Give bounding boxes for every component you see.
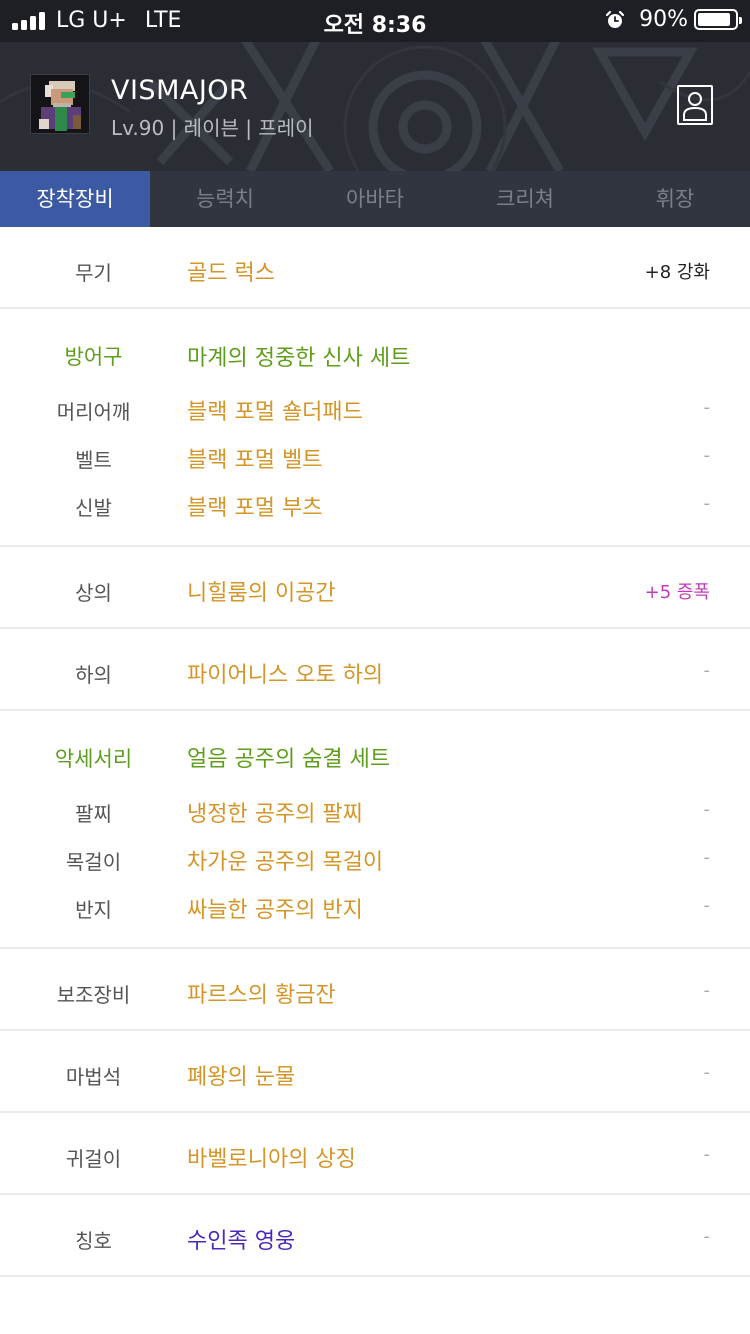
item-name: 파르스의 황금잔	[187, 983, 336, 1008]
slot-label: 목걸이	[65, 850, 122, 874]
item-name: 파이어니스 오토 하의	[187, 663, 384, 688]
slot-label: 벨트	[75, 448, 112, 472]
set-label: 방어구	[64, 345, 123, 369]
item-extra: -	[703, 1062, 711, 1083]
profile-button[interactable]	[677, 85, 713, 125]
item-name: 블랙 포멀 부츠	[187, 496, 323, 521]
header-pattern-decoration	[0, 42, 750, 171]
character-info: Lv.90 | 레이븐 | 프레이	[111, 116, 314, 140]
slot-label: 보조장비	[56, 983, 131, 1007]
armor-section[interactable]: 방어구 마계의 정중한 신사 세트 머리어깨 블랙 포멀 숄더패드 - 벨트 블…	[0, 309, 750, 547]
item-extra: -	[703, 847, 711, 868]
slot-label: 무기	[75, 261, 112, 285]
item-extra: -	[703, 660, 711, 681]
profile-header: VISMAJOR Lv.90 | 레이븐 | 프레이	[0, 42, 750, 171]
item-name: 차가운 공주의 목걸이	[187, 850, 384, 875]
user-icon	[683, 92, 707, 121]
slot-label: 신발	[75, 496, 112, 520]
tab-emblem[interactable]: 휘장	[600, 171, 750, 227]
character-sprite	[31, 75, 89, 133]
item-extra: -	[703, 493, 711, 514]
item-name: 니힐룸의 이공간	[187, 581, 336, 606]
tab-equipped[interactable]: 장착장비	[0, 171, 150, 227]
item-name: 블랙 포멀 벨트	[187, 448, 323, 473]
slot-label: 상의	[75, 581, 112, 605]
slot-label: 머리어깨	[56, 400, 131, 424]
enhance-badge: +8 강화	[644, 262, 710, 283]
top-section[interactable]: 상의 니힐룸의 이공간 +5 증폭	[0, 547, 750, 629]
tab-creature[interactable]: 크리쳐	[450, 171, 600, 227]
item-name: 바벨로니아의 상징	[187, 1147, 356, 1172]
tab-stats[interactable]: 능력치	[150, 171, 300, 227]
slot-label: 마법석	[65, 1065, 122, 1089]
item-name: 냉정한 공주의 팔찌	[187, 802, 363, 827]
slot-label: 칭호	[75, 1229, 112, 1253]
status-right: 90%	[605, 7, 742, 32]
item-extra: -	[703, 397, 711, 418]
magic-stone-section[interactable]: 마법석 폐왕의 눈물 -	[0, 1031, 750, 1113]
battery-percent: 90%	[639, 7, 688, 32]
item-name: 폐왕의 눈물	[187, 1065, 296, 1090]
avatar[interactable]	[30, 74, 90, 134]
bottom-section[interactable]: 하의 파이어니스 오토 하의 -	[0, 629, 750, 711]
item-extra: -	[703, 1226, 711, 1247]
item-extra: -	[703, 980, 711, 1001]
slot-label: 반지	[75, 898, 112, 922]
status-bar: LG U+ LTE 오전 8:36 90%	[0, 0, 750, 42]
item-name: 수인족 영웅	[187, 1229, 296, 1254]
alarm-icon	[605, 10, 625, 28]
set-name: 마계의 정중한 신사 세트	[187, 346, 411, 371]
set-name: 얼음 공주의 숨결 세트	[187, 747, 391, 772]
tab-bar: 장착장비 능력치 아바타 크리쳐 휘장	[0, 171, 750, 227]
set-label: 악세서리	[54, 747, 133, 771]
slot-label: 귀걸이	[65, 1147, 122, 1171]
item-name: 블랙 포멀 숄더패드	[187, 400, 363, 425]
item-extra: -	[703, 1144, 711, 1165]
item-extra: -	[703, 895, 711, 916]
character-name: VISMAJOR	[111, 75, 249, 106]
slot-label: 팔찌	[75, 802, 112, 826]
sub-equipment-section[interactable]: 보조장비 파르스의 황금잔 -	[0, 949, 750, 1031]
title-section[interactable]: 칭호 수인족 영웅 -	[0, 1195, 750, 1277]
weapon-section[interactable]: 무기 골드 럭스 +8 강화	[0, 227, 750, 309]
item-extra: -	[703, 799, 711, 820]
slot-label: 하의	[75, 663, 112, 687]
amplify-badge: +5 증폭	[644, 582, 710, 603]
item-extra: -	[703, 445, 711, 466]
item-name: 골드 럭스	[187, 261, 275, 286]
earring-section[interactable]: 귀걸이 바벨로니아의 상징 -	[0, 1113, 750, 1195]
accessory-section[interactable]: 악세서리 얼음 공주의 숨결 세트 팔찌 냉정한 공주의 팔찌 - 목걸이 차가…	[0, 711, 750, 949]
battery-fill	[698, 13, 731, 26]
tab-avatar[interactable]: 아바타	[300, 171, 450, 227]
battery-cap	[739, 17, 742, 24]
battery-icon	[694, 9, 742, 30]
item-name: 싸늘한 공주의 반지	[187, 898, 363, 923]
equipment-list: 무기 골드 럭스 +8 강화 방어구 마계의 정중한 신사 세트 머리어깨 블랙…	[0, 227, 750, 1277]
